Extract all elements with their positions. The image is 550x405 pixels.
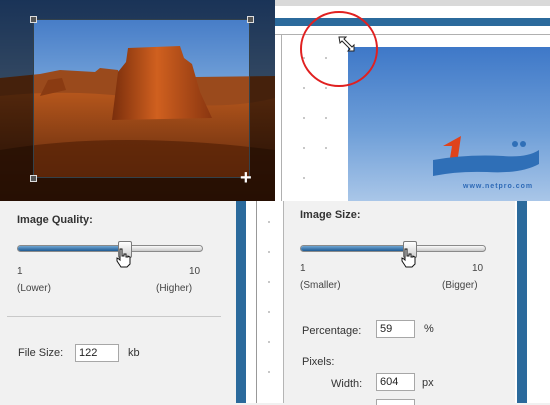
pixels-label: Pixels: — [302, 356, 335, 368]
size-max-hint: (Bigger) — [442, 280, 478, 291]
percentage-field[interactable]: 59 — [376, 320, 415, 338]
file-size-field[interactable]: 122 — [75, 344, 119, 362]
grid-dot — [268, 371, 270, 373]
quality-max-value: 10 — [189, 266, 201, 277]
netpro-logo-icon — [433, 136, 539, 176]
frame-line — [256, 201, 257, 403]
hand-cursor-icon — [116, 248, 131, 268]
file-size-label: File Size: — [18, 347, 64, 359]
crop-shade-top — [0, 0, 275, 19]
size-heading: Image Size: — [300, 209, 361, 221]
size-min-value: 1 — [300, 263, 306, 274]
crop-handle-icon[interactable] — [30, 175, 37, 182]
width-label: Width: — [331, 378, 363, 390]
percentage-unit: % — [424, 323, 434, 335]
panel-gutter — [527, 201, 550, 403]
quality-heading: Image Quality: — [17, 214, 93, 226]
percentage-label: Percentage: — [302, 325, 362, 337]
crop-shade-left — [0, 19, 33, 178]
size-slider-fill — [301, 246, 410, 251]
resize-cursor-icon[interactable] — [337, 35, 357, 53]
size-max-value: 10 — [472, 263, 484, 274]
hand-cursor-icon — [401, 248, 416, 268]
quality-min-value: 1 — [17, 266, 23, 277]
plus-cursor-icon: + — [240, 167, 252, 189]
width-unit: px — [422, 377, 434, 389]
divider — [7, 316, 221, 317]
quality-panel: Image Quality: 1 10 (Lower) (Higher) Fil… — [0, 201, 236, 403]
grid-dot — [325, 147, 327, 149]
crop-handle-icon[interactable] — [247, 16, 254, 23]
panel-gutter — [246, 201, 256, 403]
crop-shade-right — [250, 19, 275, 178]
canvas-preview: www.netpro.com — [275, 0, 550, 201]
quality-max-hint: (Higher) — [156, 283, 193, 294]
quality-slider-fill — [18, 246, 125, 251]
grid-dot — [303, 147, 305, 149]
grid-dot — [303, 177, 305, 179]
grid-dot — [268, 251, 270, 253]
grid-dot — [268, 311, 270, 313]
grid-dot — [268, 341, 270, 343]
height-field-partial[interactable] — [376, 399, 415, 405]
quality-min-hint: (Lower) — [17, 283, 51, 294]
size-min-hint: (Smaller) — [300, 280, 341, 291]
grid-dot — [325, 117, 327, 119]
canvas-ruler-line — [281, 34, 282, 201]
size-panel: Image Size: 1 10 (Smaller) (Bigger) Perc… — [283, 201, 515, 405]
quality-slider-track[interactable] — [17, 245, 203, 252]
grid-dot — [303, 117, 305, 119]
panel-separator-bar — [236, 201, 246, 403]
panel-separator-bar — [517, 201, 527, 403]
file-size-unit: kb — [128, 347, 140, 359]
crop-handle-icon[interactable] — [30, 16, 37, 23]
crop-selection[interactable] — [33, 19, 250, 178]
width-field[interactable]: 604 — [376, 373, 415, 391]
grid-dot — [268, 281, 270, 283]
logo-url: www.netpro.com — [463, 183, 534, 190]
grid-dot — [268, 221, 270, 223]
size-slider-track[interactable] — [300, 245, 486, 252]
photo-preview: + — [0, 0, 275, 201]
crop-shade-bottom — [0, 178, 275, 201]
